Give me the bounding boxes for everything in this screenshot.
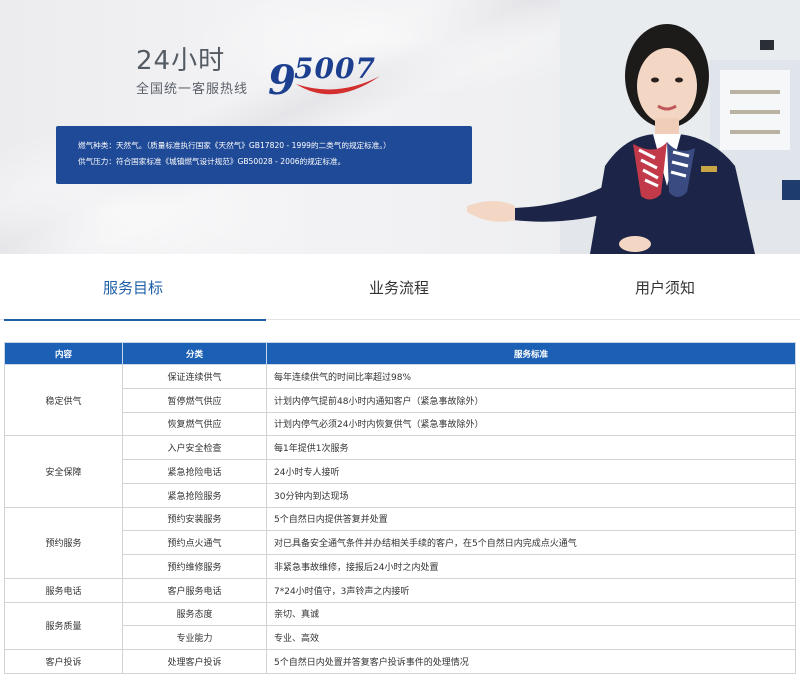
- category-cell: 保证连续供气: [122, 364, 267, 389]
- receptionist-photo: [467, 24, 755, 254]
- table-row: 预约点火通气 对已具备安全通气条件并办结相关手续的客户，在5个自然日内完成点火通…: [5, 530, 796, 555]
- table-row: 预约维修服务 非紧急事故维修，接报后24小时之内处置: [5, 554, 796, 579]
- standard-cell: 7*24小时值守，3声铃声之内接听: [266, 577, 796, 603]
- content-cell: 稳定供气: [4, 363, 123, 437]
- content-cell: 服务质量: [4, 601, 123, 650]
- table-row: 紧急抢险电话 24小时专人接听: [5, 459, 796, 484]
- tab-business-process[interactable]: 业务流程: [266, 254, 532, 320]
- table-row: 预约服务 预约安装服务 5个自然日内提供答复并处置: [4, 506, 796, 579]
- header-content: 内容: [4, 342, 123, 365]
- standard-cell: 计划内停气提前48小时内通知客户（紧急事故除外）: [266, 387, 796, 413]
- table-row: 安全保障 入户安全检查 每1年提供1次服务: [4, 435, 796, 508]
- content-cell: 预约服务: [4, 506, 123, 579]
- standard-cell: 每年连续供气的时间比率超过98%: [266, 364, 796, 389]
- standard-cell: 30分钟内到达现场: [266, 482, 796, 508]
- hero-banner: 24小时 全国统一客服热线 9 5007 燃气种类：天然气。（质量标准执行国家《…: [0, 0, 800, 254]
- table-row: 稳定供气 保证连续供气 每年连续供气的时间比率超过98%: [4, 363, 796, 437]
- gas-type-line: 燃气种类：天然气。（质量标准执行国家《天然气》GB17820 - 1999的二类…: [78, 141, 391, 150]
- standard-cell: 每1年提供1次服务: [266, 435, 796, 460]
- category-cell: 紧急抢险电话: [122, 459, 267, 484]
- gas-pressure-line: 供气压力：符合国家标准《城镇燃气设计规范》GB50028 - 2006的规定标准…: [78, 157, 346, 166]
- standard-cell: 5个自然日内提供答复并处置: [266, 506, 796, 532]
- table-row: 暂停燃气供应 计划内停气提前48小时内通知客户（紧急事故除外）: [5, 387, 796, 413]
- table-row: 恢复燃气供应 计划内停气必须24小时内恢复供气（紧急事故除外）: [5, 411, 796, 437]
- tab-service-goals[interactable]: 服务目标: [0, 254, 266, 321]
- category-cell: 客户服务电话: [122, 577, 267, 603]
- category-cell: 暂停燃气供应: [122, 387, 267, 413]
- category-cell: 服务态度: [122, 601, 267, 627]
- content-cell: 安全保障: [4, 435, 123, 508]
- category-cell: 处理客户投诉: [122, 649, 267, 674]
- standard-cell: 对已具备安全通气条件并办结相关手续的客户，在5个自然日内完成点火通气: [266, 530, 796, 555]
- category-cell: 紧急抢险服务: [122, 482, 267, 508]
- table-row: 专业能力 专业、高效: [5, 625, 796, 650]
- hotline-title: 24小时: [136, 46, 226, 76]
- hotline-digit-9: 9: [268, 57, 296, 104]
- category-cell: 预约安装服务: [122, 506, 267, 532]
- hotline-digits-rest: 5007: [294, 52, 376, 85]
- tab-bar: 服务目标 业务流程 用户须知: [0, 254, 800, 321]
- table-row: 服务电话 客户服务电话 7*24小时值守，3声铃声之内接听: [4, 577, 796, 603]
- content-cell: 客户投诉: [4, 649, 123, 674]
- standard-cell: 5个自然日内处置并答复客户投诉事件的处理情况: [266, 649, 796, 674]
- header-standard: 服务标准: [266, 342, 796, 365]
- standard-cell: 亲切、真诚: [266, 601, 796, 627]
- category-cell: 预约维修服务: [122, 554, 267, 579]
- tab-user-notice[interactable]: 用户须知: [532, 254, 798, 320]
- content-cell: 服务电话: [4, 577, 123, 603]
- standard-cell: 专业、高效: [266, 625, 796, 650]
- table-row: 客户投诉 处理客户投诉 5个自然日内处置并答复客户投诉事件的处理情况: [4, 649, 796, 674]
- hotline-subtitle: 全国统一客服热线: [136, 82, 249, 97]
- category-cell: 入户安全检查: [122, 435, 267, 460]
- standard-cell: 非紧急事故维修，接报后24小时之内处置: [266, 554, 796, 579]
- service-standards-table: 内容 分类 服务标准 稳定供气 保证连续供气 每年连续供气的时间比率超过98% …: [4, 342, 796, 674]
- table-header-row: 内容 分类 服务标准: [4, 342, 796, 365]
- category-cell: 预约点火通气: [122, 530, 267, 555]
- table-row: 服务质量 服务态度 亲切、真诚: [4, 601, 796, 650]
- category-cell: 专业能力: [122, 625, 267, 650]
- category-cell: 恢复燃气供应: [122, 411, 267, 437]
- standard-cell: 24小时专人接听: [266, 459, 796, 484]
- header-category: 分类: [122, 342, 267, 365]
- table-row: 紧急抢险服务 30分钟内到达现场: [5, 482, 796, 508]
- gas-info-notice: 燃气种类：天然气。（质量标准执行国家《天然气》GB17820 - 1999的二类…: [56, 126, 472, 184]
- standard-cell: 计划内停气必须24小时内恢复供气（紧急事故除外）: [266, 411, 796, 437]
- hotline-number-logo: 9 5007: [268, 52, 380, 104]
